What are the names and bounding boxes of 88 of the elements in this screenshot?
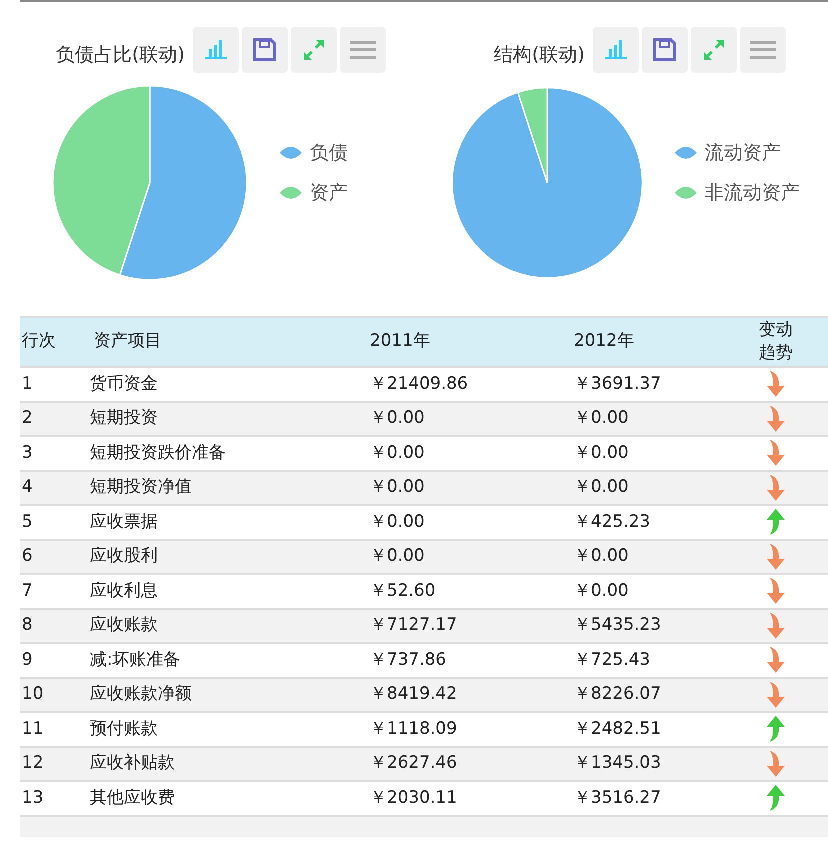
table-cell-text: 应收利息 — [90, 580, 159, 602]
table-cell-text: ￥1345.03 — [574, 752, 662, 775]
down-arrow-icon — [766, 474, 786, 502]
column-header: 变动趋势 — [758, 319, 794, 365]
table-cell-text: 其他应收费 — [90, 786, 176, 810]
legend-label: 负债 — [310, 140, 348, 166]
table-cell-text: 减:坏账准备 — [90, 648, 182, 672]
expand-icon — [701, 37, 727, 63]
down-arrow-icon — [766, 439, 786, 468]
table-cell-text: ￥0.00 — [574, 442, 630, 464]
menu-button[interactable] — [740, 27, 786, 73]
table-cell-text: ￥0.00 — [574, 545, 630, 568]
down-arrow-icon — [766, 646, 786, 674]
table-cell-text: ￥0.00 — [574, 476, 630, 499]
save-button[interactable] — [242, 27, 288, 73]
save-icon — [253, 38, 277, 62]
table-cell-text: 8 — [21, 614, 34, 637]
table-cell-text: ￥2627.46 — [370, 752, 458, 775]
down-arrow-icon — [766, 680, 786, 709]
column-header: 资产项目 — [93, 330, 163, 354]
menu-icon — [350, 40, 376, 60]
table-cell-text: ￥8419.42 — [370, 683, 458, 706]
table-cell-text: 12 — [21, 752, 45, 775]
table-cell-text: ￥737.86 — [370, 648, 448, 672]
table-cell-text: ￥0.00 — [574, 580, 630, 602]
table-cell-text: 应收账款 — [90, 614, 159, 637]
down-arrow-icon — [766, 612, 786, 640]
legend-label: 非流动资产 — [705, 181, 800, 206]
up-arrow-icon — [766, 508, 786, 536]
table-cell-text: ￥21409.86 — [370, 372, 470, 396]
chart-title: 负债占比(联动) — [56, 43, 185, 68]
table-cell-text: 应收票据 — [90, 510, 159, 534]
down-arrow-icon — [766, 750, 786, 778]
table-cell-text: ￥5435.23 — [574, 614, 662, 637]
table-cell-text: ￥3691.37 — [574, 372, 662, 396]
table-cell-text: ￥7127.17 — [370, 614, 458, 637]
legend-label: 流动资产 — [705, 140, 781, 166]
table-cell-text: 13 — [21, 786, 45, 810]
expand-icon — [301, 37, 327, 63]
table-cell-text: ￥52.60 — [370, 580, 437, 602]
down-arrow-icon — [766, 404, 786, 433]
table-cell-text: ￥0.00 — [574, 407, 630, 430]
menu-button[interactable] — [340, 27, 386, 73]
table-cell-text: ￥0.00 — [370, 442, 426, 464]
table-cell-text: ￥0.00 — [370, 510, 426, 534]
fullscreen-button[interactable] — [691, 27, 737, 73]
column-header: 2012年 — [574, 330, 636, 354]
table-cell-text: ￥0.00 — [370, 545, 426, 568]
table-cell-text: 短期投资 — [90, 407, 159, 430]
table-cell-text: 6 — [21, 545, 34, 568]
column-header: 2011年 — [370, 330, 432, 354]
down-arrow-icon — [766, 577, 786, 606]
up-arrow-icon — [766, 784, 786, 812]
table-cell-text: 应收账款净额 — [90, 683, 193, 706]
table-cell-text: 预付账款 — [90, 718, 159, 740]
table-cell-text: 7 — [21, 580, 34, 602]
table-cell-text: 短期投资净值 — [90, 476, 193, 499]
menu-icon — [750, 40, 776, 60]
down-arrow-icon — [766, 370, 786, 398]
table-cell-text: 2 — [21, 407, 34, 430]
fullscreen-button[interactable] — [291, 27, 337, 73]
legend-label: 资产 — [310, 181, 348, 206]
table-cell-text: 短期投资跌价准备 — [90, 442, 227, 464]
chart-title: 结构(联动) — [494, 43, 585, 68]
table-cell-text: ￥2030.11 — [370, 786, 458, 810]
table-cell-text: 4 — [21, 476, 34, 499]
table-cell-text: ￥0.00 — [370, 476, 426, 499]
table-cell-text: 9 — [21, 648, 34, 672]
column-header: 行次 — [21, 330, 57, 354]
table-cell-text: 3 — [21, 442, 34, 464]
table-cell-text: 应收股利 — [90, 545, 159, 568]
table-cell-text: 1 — [21, 372, 34, 396]
table-cell-text: ￥2482.51 — [574, 718, 662, 740]
table-cell-text: 货币资金 — [90, 372, 159, 396]
down-arrow-icon — [766, 542, 786, 571]
table-cell-text: ￥3516.27 — [574, 786, 662, 810]
save-button[interactable] — [642, 27, 688, 73]
table-cell-text: ￥725.43 — [574, 648, 652, 672]
table-cell-text: ￥1118.09 — [370, 718, 458, 740]
table-cell-text: ￥0.00 — [370, 407, 426, 430]
table-cell-text: 10 — [21, 683, 45, 706]
up-arrow-icon — [766, 715, 786, 744]
table-cell-text: ￥8226.07 — [574, 683, 662, 706]
table-cell-text: 5 — [21, 510, 34, 534]
table-cell-text: ￥425.23 — [574, 510, 652, 534]
table-cell-text: 11 — [21, 718, 45, 740]
table-cell-text: 应收补贴款 — [90, 752, 176, 775]
save-icon — [653, 38, 677, 62]
